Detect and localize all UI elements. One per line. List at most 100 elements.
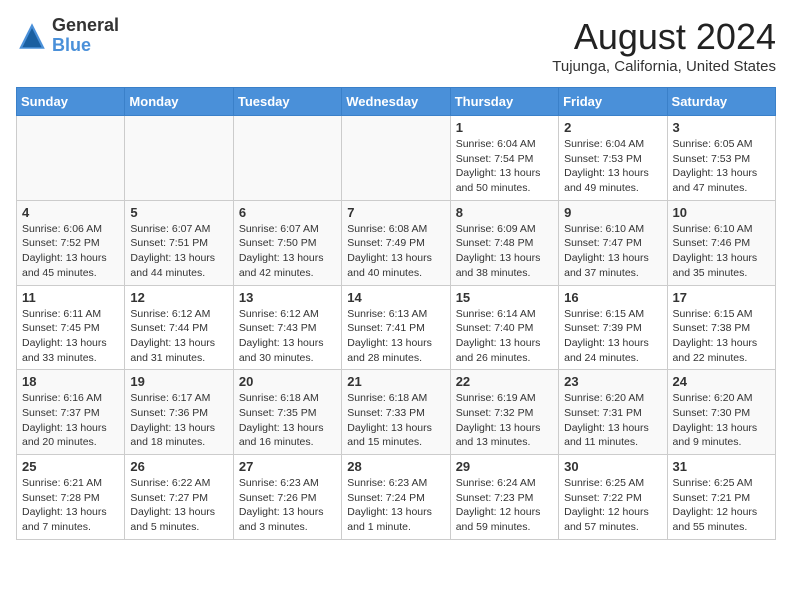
weekday-header-wednesday: Wednesday	[342, 88, 450, 116]
calendar-cell: 22Sunrise: 6:19 AM Sunset: 7:32 PM Dayli…	[450, 370, 558, 455]
month-title: August 2024	[552, 16, 776, 58]
cell-daylight-info: Sunrise: 6:05 AM Sunset: 7:53 PM Dayligh…	[673, 137, 770, 196]
weekday-header-row: SundayMondayTuesdayWednesdayThursdayFrid…	[17, 88, 776, 116]
day-number: 10	[673, 205, 770, 220]
weekday-header-sunday: Sunday	[17, 88, 125, 116]
day-number: 6	[239, 205, 336, 220]
calendar-cell: 25 Sunrise: 6:21 AM Sunset: 7:28 PM Dayli…	[17, 455, 125, 540]
location-subtitle: Tujunga, California, United States	[552, 58, 776, 75]
calendar-cell: 28Sunrise: 6:23 AM Sunset: 7:24 PM Dayli…	[342, 455, 450, 540]
cell-daylight-info: Sunrise: 6:20 AM Sunset: 7:30 PM Dayligh…	[673, 391, 770, 450]
calendar-cell: 19 Sunrise: 6:17 AM Sunset: 7:36 PM Dayli…	[125, 370, 233, 455]
day-number: 1	[456, 120, 553, 135]
cell-daylight-info: Sunrise: 6:09 AM Sunset: 7:48 PM Dayligh…	[456, 222, 553, 281]
calendar-cell: 16Sunrise: 6:15 AM Sunset: 7:39 PM Dayli…	[559, 285, 667, 370]
cell-daylight-info: Sunrise: 6:19 AM Sunset: 7:32 PM Dayligh…	[456, 391, 553, 450]
calendar-cell: 6 Sunrise: 6:07 AM Sunset: 7:50 PM Daylig…	[233, 200, 341, 285]
cell-daylight-info: Sunrise: 6:08 AM Sunset: 7:49 PM Dayligh…	[347, 222, 444, 281]
day-number: 26	[130, 459, 227, 474]
calendar-cell: 9Sunrise: 6:10 AM Sunset: 7:47 PM Daylig…	[559, 200, 667, 285]
calendar-table: SundayMondayTuesdayWednesdayThursdayFrid…	[16, 87, 776, 540]
day-number: 23	[564, 374, 661, 389]
day-number: 13	[239, 290, 336, 305]
cell-daylight-info: Sunrise: 6:23 AM Sunset: 7:26 PM Dayligh…	[239, 476, 336, 535]
cell-daylight-info: Sunrise: 6:21 AM Sunset: 7:28 PM Dayligh…	[22, 476, 119, 535]
cell-daylight-info: Sunrise: 6:18 AM Sunset: 7:35 PM Dayligh…	[239, 391, 336, 450]
calendar-cell	[233, 116, 341, 201]
cell-daylight-info: Sunrise: 6:16 AM Sunset: 7:37 PM Dayligh…	[22, 391, 119, 450]
calendar-cell: 18 Sunrise: 6:16 AM Sunset: 7:37 PM Dayli…	[17, 370, 125, 455]
weekday-header-saturday: Saturday	[667, 88, 775, 116]
calendar-week-row: 1Sunrise: 6:04 AM Sunset: 7:54 PM Daylig…	[17, 116, 776, 201]
calendar-cell: 12 Sunrise: 6:12 AM Sunset: 7:44 PM Dayli…	[125, 285, 233, 370]
day-number: 2	[564, 120, 661, 135]
calendar-cell: 3 Sunrise: 6:05 AM Sunset: 7:53 PM Daylig…	[667, 116, 775, 201]
logo-text: General Blue	[52, 16, 119, 56]
title-section: August 2024 Tujunga, California, United …	[552, 16, 776, 75]
page-header: General Blue August 2024 Tujunga, Califo…	[16, 16, 776, 75]
day-number: 3	[673, 120, 770, 135]
day-number: 9	[564, 205, 661, 220]
cell-daylight-info: Sunrise: 6:06 AM Sunset: 7:52 PM Dayligh…	[22, 222, 119, 281]
day-number: 20	[239, 374, 336, 389]
cell-daylight-info: Sunrise: 6:15 AM Sunset: 7:38 PM Dayligh…	[673, 307, 770, 366]
calendar-cell: 27 Sunrise: 6:23 AM Sunset: 7:26 PM Dayli…	[233, 455, 341, 540]
day-number: 12	[130, 290, 227, 305]
calendar-cell: 20 Sunrise: 6:18 AM Sunset: 7:35 PM Dayli…	[233, 370, 341, 455]
day-number: 18	[22, 374, 119, 389]
cell-daylight-info: Sunrise: 6:11 AM Sunset: 7:45 PM Dayligh…	[22, 307, 119, 366]
calendar-cell: 5 Sunrise: 6:07 AM Sunset: 7:51 PM Daylig…	[125, 200, 233, 285]
day-number: 15	[456, 290, 553, 305]
calendar-cell: 15 Sunrise: 6:14 AM Sunset: 7:40 PM Dayli…	[450, 285, 558, 370]
calendar-cell: 11Sunrise: 6:11 AM Sunset: 7:45 PM Dayli…	[17, 285, 125, 370]
calendar-week-row: 18 Sunrise: 6:16 AM Sunset: 7:37 PM Dayli…	[17, 370, 776, 455]
calendar-cell: 24 Sunrise: 6:20 AM Sunset: 7:30 PM Dayli…	[667, 370, 775, 455]
logo-general-text: General	[52, 16, 119, 36]
weekday-header-monday: Monday	[125, 88, 233, 116]
logo-icon	[16, 20, 48, 52]
calendar-cell	[342, 116, 450, 201]
day-number: 7	[347, 205, 444, 220]
day-number: 30	[564, 459, 661, 474]
cell-daylight-info: Sunrise: 6:20 AM Sunset: 7:31 PM Dayligh…	[564, 391, 661, 450]
cell-daylight-info: Sunrise: 6:25 AM Sunset: 7:22 PM Dayligh…	[564, 476, 661, 535]
calendar-cell: 14 Sunrise: 6:13 AM Sunset: 7:41 PM Dayli…	[342, 285, 450, 370]
calendar-cell: 26 Sunrise: 6:22 AM Sunset: 7:27 PM Dayli…	[125, 455, 233, 540]
weekday-header-friday: Friday	[559, 88, 667, 116]
calendar-cell: 10Sunrise: 6:10 AM Sunset: 7:46 PM Dayli…	[667, 200, 775, 285]
calendar-cell: 31 Sunrise: 6:25 AM Sunset: 7:21 PM Dayli…	[667, 455, 775, 540]
day-number: 14	[347, 290, 444, 305]
cell-daylight-info: Sunrise: 6:07 AM Sunset: 7:51 PM Dayligh…	[130, 222, 227, 281]
calendar-cell	[17, 116, 125, 201]
cell-daylight-info: Sunrise: 6:17 AM Sunset: 7:36 PM Dayligh…	[130, 391, 227, 450]
day-number: 5	[130, 205, 227, 220]
cell-daylight-info: Sunrise: 6:07 AM Sunset: 7:50 PM Dayligh…	[239, 222, 336, 281]
day-number: 25	[22, 459, 119, 474]
cell-daylight-info: Sunrise: 6:25 AM Sunset: 7:21 PM Dayligh…	[673, 476, 770, 535]
cell-daylight-info: Sunrise: 6:12 AM Sunset: 7:43 PM Dayligh…	[239, 307, 336, 366]
day-number: 19	[130, 374, 227, 389]
cell-daylight-info: Sunrise: 6:13 AM Sunset: 7:41 PM Dayligh…	[347, 307, 444, 366]
day-number: 31	[673, 459, 770, 474]
calendar-cell: 29Sunrise: 6:24 AM Sunset: 7:23 PM Dayli…	[450, 455, 558, 540]
calendar-cell: 17Sunrise: 6:15 AM Sunset: 7:38 PM Dayli…	[667, 285, 775, 370]
day-number: 28	[347, 459, 444, 474]
calendar-week-row: 11Sunrise: 6:11 AM Sunset: 7:45 PM Dayli…	[17, 285, 776, 370]
day-number: 21	[347, 374, 444, 389]
cell-daylight-info: Sunrise: 6:18 AM Sunset: 7:33 PM Dayligh…	[347, 391, 444, 450]
cell-daylight-info: Sunrise: 6:12 AM Sunset: 7:44 PM Dayligh…	[130, 307, 227, 366]
day-number: 24	[673, 374, 770, 389]
calendar-cell: 13 Sunrise: 6:12 AM Sunset: 7:43 PM Dayli…	[233, 285, 341, 370]
cell-daylight-info: Sunrise: 6:22 AM Sunset: 7:27 PM Dayligh…	[130, 476, 227, 535]
day-number: 16	[564, 290, 661, 305]
calendar-cell: 30 Sunrise: 6:25 AM Sunset: 7:22 PM Dayli…	[559, 455, 667, 540]
cell-daylight-info: Sunrise: 6:14 AM Sunset: 7:40 PM Dayligh…	[456, 307, 553, 366]
calendar-week-row: 25 Sunrise: 6:21 AM Sunset: 7:28 PM Dayli…	[17, 455, 776, 540]
calendar-cell: 2Sunrise: 6:04 AM Sunset: 7:53 PM Daylig…	[559, 116, 667, 201]
calendar-week-row: 4 Sunrise: 6:06 AM Sunset: 7:52 PM Daylig…	[17, 200, 776, 285]
day-number: 4	[22, 205, 119, 220]
weekday-header-thursday: Thursday	[450, 88, 558, 116]
day-number: 27	[239, 459, 336, 474]
day-number: 8	[456, 205, 553, 220]
calendar-cell: 4 Sunrise: 6:06 AM Sunset: 7:52 PM Daylig…	[17, 200, 125, 285]
